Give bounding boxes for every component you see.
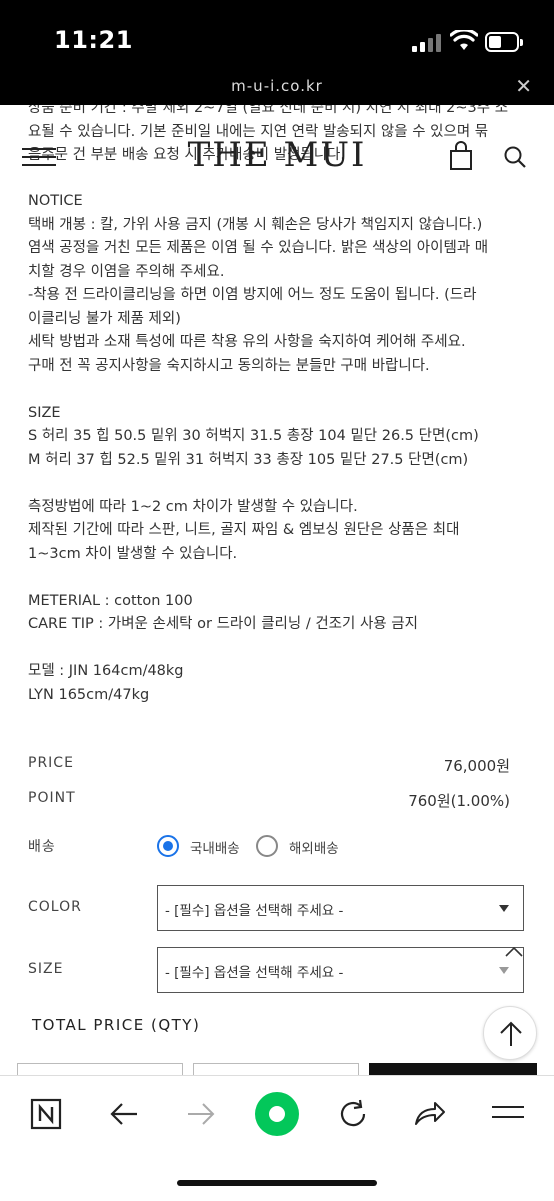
size-line: S 허리 35 힙 50.5 밑위 30 허벅지 31.5 총장 104 밑단 … <box>28 428 479 444</box>
desc-line: 상품 준비 기간 : 주말 제외 2~7일 (일요 신데 준비 시) 지연 시 … <box>28 105 509 116</box>
url-text[interactable]: m-u-i.co.kr <box>0 77 554 95</box>
point-label: POINT <box>28 790 76 806</box>
color-select[interactable]: - [필수] 옵션을 선택해 주세요 - <box>157 885 524 931</box>
forward-arrow-icon[interactable] <box>185 1098 217 1130</box>
green-home-icon[interactable] <box>255 1092 299 1136</box>
share-icon[interactable] <box>413 1098 447 1130</box>
measure-line: 측정방법에 따라 1~2 cm 차이가 발생할 수 있습니다. <box>28 498 358 515</box>
radio-overseas-shipping[interactable] <box>256 835 278 857</box>
point-value: 760원(1.00%) <box>408 792 510 810</box>
model-line: LYN 165cm/47kg <box>28 686 150 703</box>
scroll-to-top-button[interactable] <box>483 1006 537 1060</box>
model-line: 모델 : JIN 164cm/48kg <box>28 663 184 679</box>
material-line: METERIAL : cotton 100 <box>28 592 193 609</box>
page-content: 상품 준비 기간 : 주말 제외 2~7일 (일요 신데 준비 시) 지연 시 … <box>0 105 554 1075</box>
radio-label-overseas[interactable]: 해외배송 <box>289 837 339 857</box>
notice-line: 염색 공정을 거친 모든 제품은 이염 될 수 있습니다. 밝은 색상의 아이템… <box>28 240 489 256</box>
notice-line: -착용 전 드라이클리닝을 하면 이염 방지에 어느 정도 도움이 됩니다. (… <box>28 287 477 303</box>
chevron-down-icon[interactable] <box>499 967 509 974</box>
size-line: M 허리 37 힙 52.5 밑위 31 허벅지 33 총장 105 밑단 27… <box>28 451 469 468</box>
home-indicator <box>177 1180 377 1186</box>
wifi-icon <box>450 30 478 50</box>
price-value: 76,000원 <box>443 757 510 775</box>
chevron-up-icon[interactable] <box>503 945 525 959</box>
status-bar: 11:21 <box>0 0 554 75</box>
shopping-bag-icon[interactable] <box>449 141 473 171</box>
back-arrow-icon[interactable] <box>108 1098 140 1130</box>
measure-line: 1~3cm 차이 발생할 수 있습니다. <box>28 545 238 562</box>
total-price-label: TOTAL PRICE (QTY) <box>32 1016 201 1034</box>
close-icon[interactable]: ✕ <box>515 74 532 98</box>
color-select-value[interactable]: - [필수] 옵션을 선택해 주세요 - <box>165 899 343 919</box>
color-label: COLOR <box>28 899 82 915</box>
notice-line: 세탁 방법과 소재 특성에 따른 착용 유의 사항을 숙지하여 케어해 주세요. <box>28 334 466 350</box>
notice-line: 택배 개봉 : 칼, 가위 사용 금지 (개봉 시 훼손은 당사가 책임지지 않… <box>28 216 483 233</box>
naver-icon[interactable] <box>30 1098 62 1130</box>
radio-label-domestic[interactable]: 국내배송 <box>190 837 240 857</box>
notice-line: 이클리닝 불가 제품 제외) <box>28 310 181 327</box>
size-option-label: SIZE <box>28 961 64 977</box>
cellular-signal-icon <box>412 34 442 52</box>
size-select-value[interactable]: - [필수] 옵션을 선택해 주세요 - <box>165 961 343 981</box>
size-title: SIZE <box>28 404 61 421</box>
size-select[interactable]: - [필수] 옵션을 선택해 주세요 - <box>157 947 524 993</box>
product-description: NOTICE 택배 개봉 : 칼, 가위 사용 금지 (개봉 시 훼손은 당사가… <box>28 190 538 707</box>
notice-line: 구매 전 꼭 공지사항을 숙지하시고 동의하는 분들만 구매 바랍니다. <box>28 357 430 374</box>
battery-icon <box>485 32 523 52</box>
shipping-label: 배송 <box>28 839 56 855</box>
browser-url-bar[interactable]: m-u-i.co.kr ✕ <box>0 68 554 105</box>
chevron-down-icon[interactable] <box>499 905 509 912</box>
menu-icon[interactable] <box>492 1106 524 1122</box>
measure-line: 제작된 기간에 따라 스판, 니트, 골지 짜임 & 엠보싱 원단은 상품은 최… <box>28 522 460 538</box>
price-row: PRICE 76,000원 <box>28 755 510 775</box>
refresh-icon[interactable] <box>337 1098 369 1130</box>
notice-title: NOTICE <box>28 193 83 209</box>
point-row: POINT 760원(1.00%) <box>28 790 510 810</box>
search-icon[interactable] <box>503 145 527 169</box>
site-header: THE MUI <box>0 135 554 175</box>
arrow-up-icon <box>500 1021 522 1046</box>
notice-line: 치할 경우 이염을 주의해 주세요. <box>28 263 225 280</box>
status-time: 11:21 <box>54 26 133 54</box>
price-label: PRICE <box>28 755 74 771</box>
care-tip-line: CARE TIP : 가벼운 손세탁 or 드라이 클리닝 / 건조기 사용 금… <box>28 616 418 632</box>
radio-domestic-shipping[interactable] <box>157 835 179 857</box>
